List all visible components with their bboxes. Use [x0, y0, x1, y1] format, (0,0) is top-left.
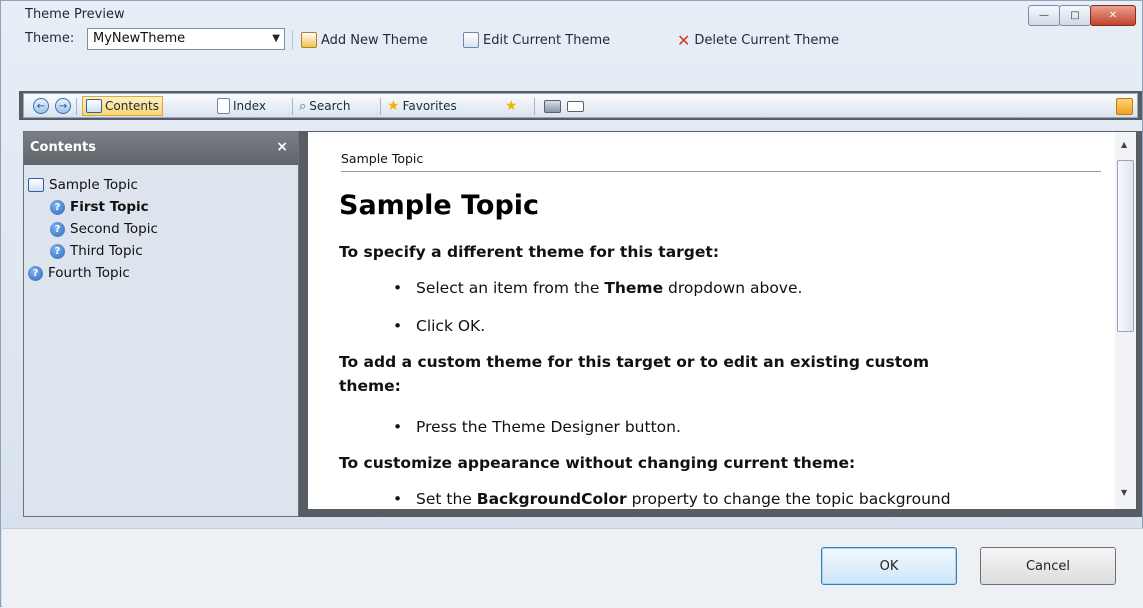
- cancel-button[interactable]: Cancel: [980, 547, 1116, 585]
- tree-item-label: Second Topic: [70, 221, 158, 237]
- index-tab[interactable]: Index: [214, 96, 269, 116]
- help-topic-icon: ?: [50, 243, 65, 259]
- breadcrumb-divider: [341, 171, 1101, 172]
- content-scrollbar[interactable]: ▲ ▼: [1115, 132, 1136, 509]
- tree-item-second-topic[interactable]: ? Second Topic: [28, 218, 298, 240]
- contents-panel: Contents × Sample Topic ? First Topic ? …: [23, 131, 299, 517]
- printer-icon: [544, 99, 561, 113]
- star-icon: ★: [387, 98, 400, 114]
- forward-button[interactable]: →: [52, 96, 74, 116]
- delete-theme-button[interactable]: ✕ Delete Current Theme: [677, 30, 839, 50]
- breadcrumb: Sample Topic: [341, 151, 424, 166]
- edit-theme-button[interactable]: Edit Current Theme: [463, 30, 610, 50]
- tree-item-first-topic[interactable]: ? First Topic: [28, 196, 298, 218]
- favorites-tab[interactable]: ★ Favorites: [384, 96, 460, 116]
- options-icon: [567, 100, 584, 112]
- list-item-text: dropdown above.: [663, 279, 803, 297]
- paragraph-specify-theme: To specify a different theme for this ta…: [339, 243, 720, 261]
- help-topic-icon: ?: [50, 221, 65, 237]
- print-button[interactable]: [541, 96, 564, 116]
- contents-panel-title: Contents: [30, 140, 96, 155]
- add-theme-label: Add New Theme: [321, 32, 428, 48]
- toolbar-separator: [292, 30, 293, 50]
- options-button[interactable]: [564, 96, 587, 116]
- dialog-footer: [2, 528, 1143, 608]
- list-item-text: Select an item from the: [416, 279, 605, 297]
- index-tab-label: Index: [233, 99, 267, 113]
- help-toolbar: ← → Contents Index ⌕ Search ★ Favorites …: [23, 93, 1138, 118]
- add-theme-button[interactable]: Add New Theme: [301, 30, 428, 50]
- theme-preview-window: Theme Preview — □ ✕ Theme: MyNewTheme ▼ …: [0, 0, 1143, 608]
- add-theme-icon: [301, 32, 317, 48]
- add-favorite-button[interactable]: ★: [502, 96, 521, 116]
- window-controls: — □ ✕: [1028, 5, 1136, 26]
- contents-tab[interactable]: Contents: [82, 96, 163, 116]
- minimize-button[interactable]: —: [1028, 5, 1060, 26]
- list-item-bold: BackgroundColor: [476, 490, 627, 508]
- delete-theme-label: Delete Current Theme: [694, 32, 840, 48]
- scroll-up-icon[interactable]: ▲: [1121, 140, 1127, 149]
- list-item: Click OK.: [393, 317, 485, 335]
- toolbar-separator: [534, 98, 535, 115]
- back-arrow-icon: ←: [33, 98, 49, 114]
- edit-theme-label: Edit Current Theme: [483, 32, 611, 48]
- book-icon: [86, 99, 102, 113]
- paragraph-add-theme: To add a custom theme for this target or…: [339, 353, 929, 371]
- maximize-button[interactable]: □: [1059, 5, 1091, 26]
- toolbar-separator: [380, 98, 381, 115]
- tree-item-third-topic[interactable]: ? Third Topic: [28, 240, 298, 262]
- topic-content: Sample Topic Sample Topic To specify a d…: [308, 132, 1115, 509]
- help-topic-icon: ?: [50, 199, 65, 215]
- theme-dropdown[interactable]: MyNewTheme ▼: [87, 28, 285, 50]
- index-page-icon: [217, 98, 230, 114]
- book-icon: [28, 178, 44, 192]
- search-tab-label: Search: [309, 99, 351, 113]
- tree-item-label: First Topic: [70, 199, 149, 215]
- forward-arrow-icon: →: [55, 98, 71, 114]
- edit-theme-icon: [463, 32, 479, 48]
- toolbar-separator: [292, 98, 293, 115]
- delete-x-icon: ✕: [677, 30, 691, 50]
- contents-tab-label: Contents: [105, 99, 159, 113]
- tree-item-label: Sample Topic: [49, 177, 138, 193]
- list-item-text: Set the: [416, 490, 477, 508]
- search-tab[interactable]: ⌕ Search: [296, 96, 354, 116]
- ok-button[interactable]: OK: [821, 547, 957, 585]
- scroll-down-icon[interactable]: ▼: [1121, 488, 1127, 497]
- paragraph-add-theme-cont: theme:: [339, 377, 401, 395]
- close-icon[interactable]: ×: [276, 132, 288, 163]
- bookmark-icon: [1116, 97, 1133, 115]
- list-item: Set the BackgroundColor property to chan…: [393, 490, 951, 508]
- search-icon: ⌕: [299, 98, 307, 114]
- list-item: Select an item from the Theme dropdown a…: [393, 279, 803, 297]
- add-star-icon: ★: [505, 98, 518, 114]
- toolbar-separator: [76, 98, 77, 115]
- back-button[interactable]: ←: [30, 96, 52, 116]
- theme-label: Theme:: [25, 31, 75, 46]
- chevron-down-icon: ▼: [272, 33, 280, 44]
- contents-panel-header: Contents ×: [24, 132, 298, 165]
- favorites-tab-label: Favorites: [402, 99, 457, 113]
- help-topic-icon: ?: [28, 265, 43, 281]
- close-window-button[interactable]: ✕: [1090, 5, 1136, 26]
- topic-heading: Sample Topic: [339, 190, 540, 221]
- tree-item-sample-topic[interactable]: Sample Topic: [28, 174, 298, 196]
- list-item-bold: Theme: [604, 279, 664, 297]
- list-item: Press the Theme Designer button.: [393, 418, 681, 436]
- window-title: Theme Preview: [25, 7, 125, 22]
- contents-tree: Sample Topic ? First Topic ? Second Topi…: [24, 165, 298, 284]
- list-item-text: property to change the topic background: [626, 490, 951, 508]
- scrollbar-thumb[interactable]: [1117, 160, 1134, 332]
- toggle-pane-button[interactable]: [1116, 96, 1133, 116]
- theme-dropdown-value: MyNewTheme: [93, 31, 186, 46]
- tree-item-label: Fourth Topic: [48, 265, 130, 281]
- tree-item-fourth-topic[interactable]: ? Fourth Topic: [28, 262, 298, 284]
- paragraph-customize: To customize appearance without changing…: [339, 454, 856, 472]
- tree-item-label: Third Topic: [70, 243, 143, 259]
